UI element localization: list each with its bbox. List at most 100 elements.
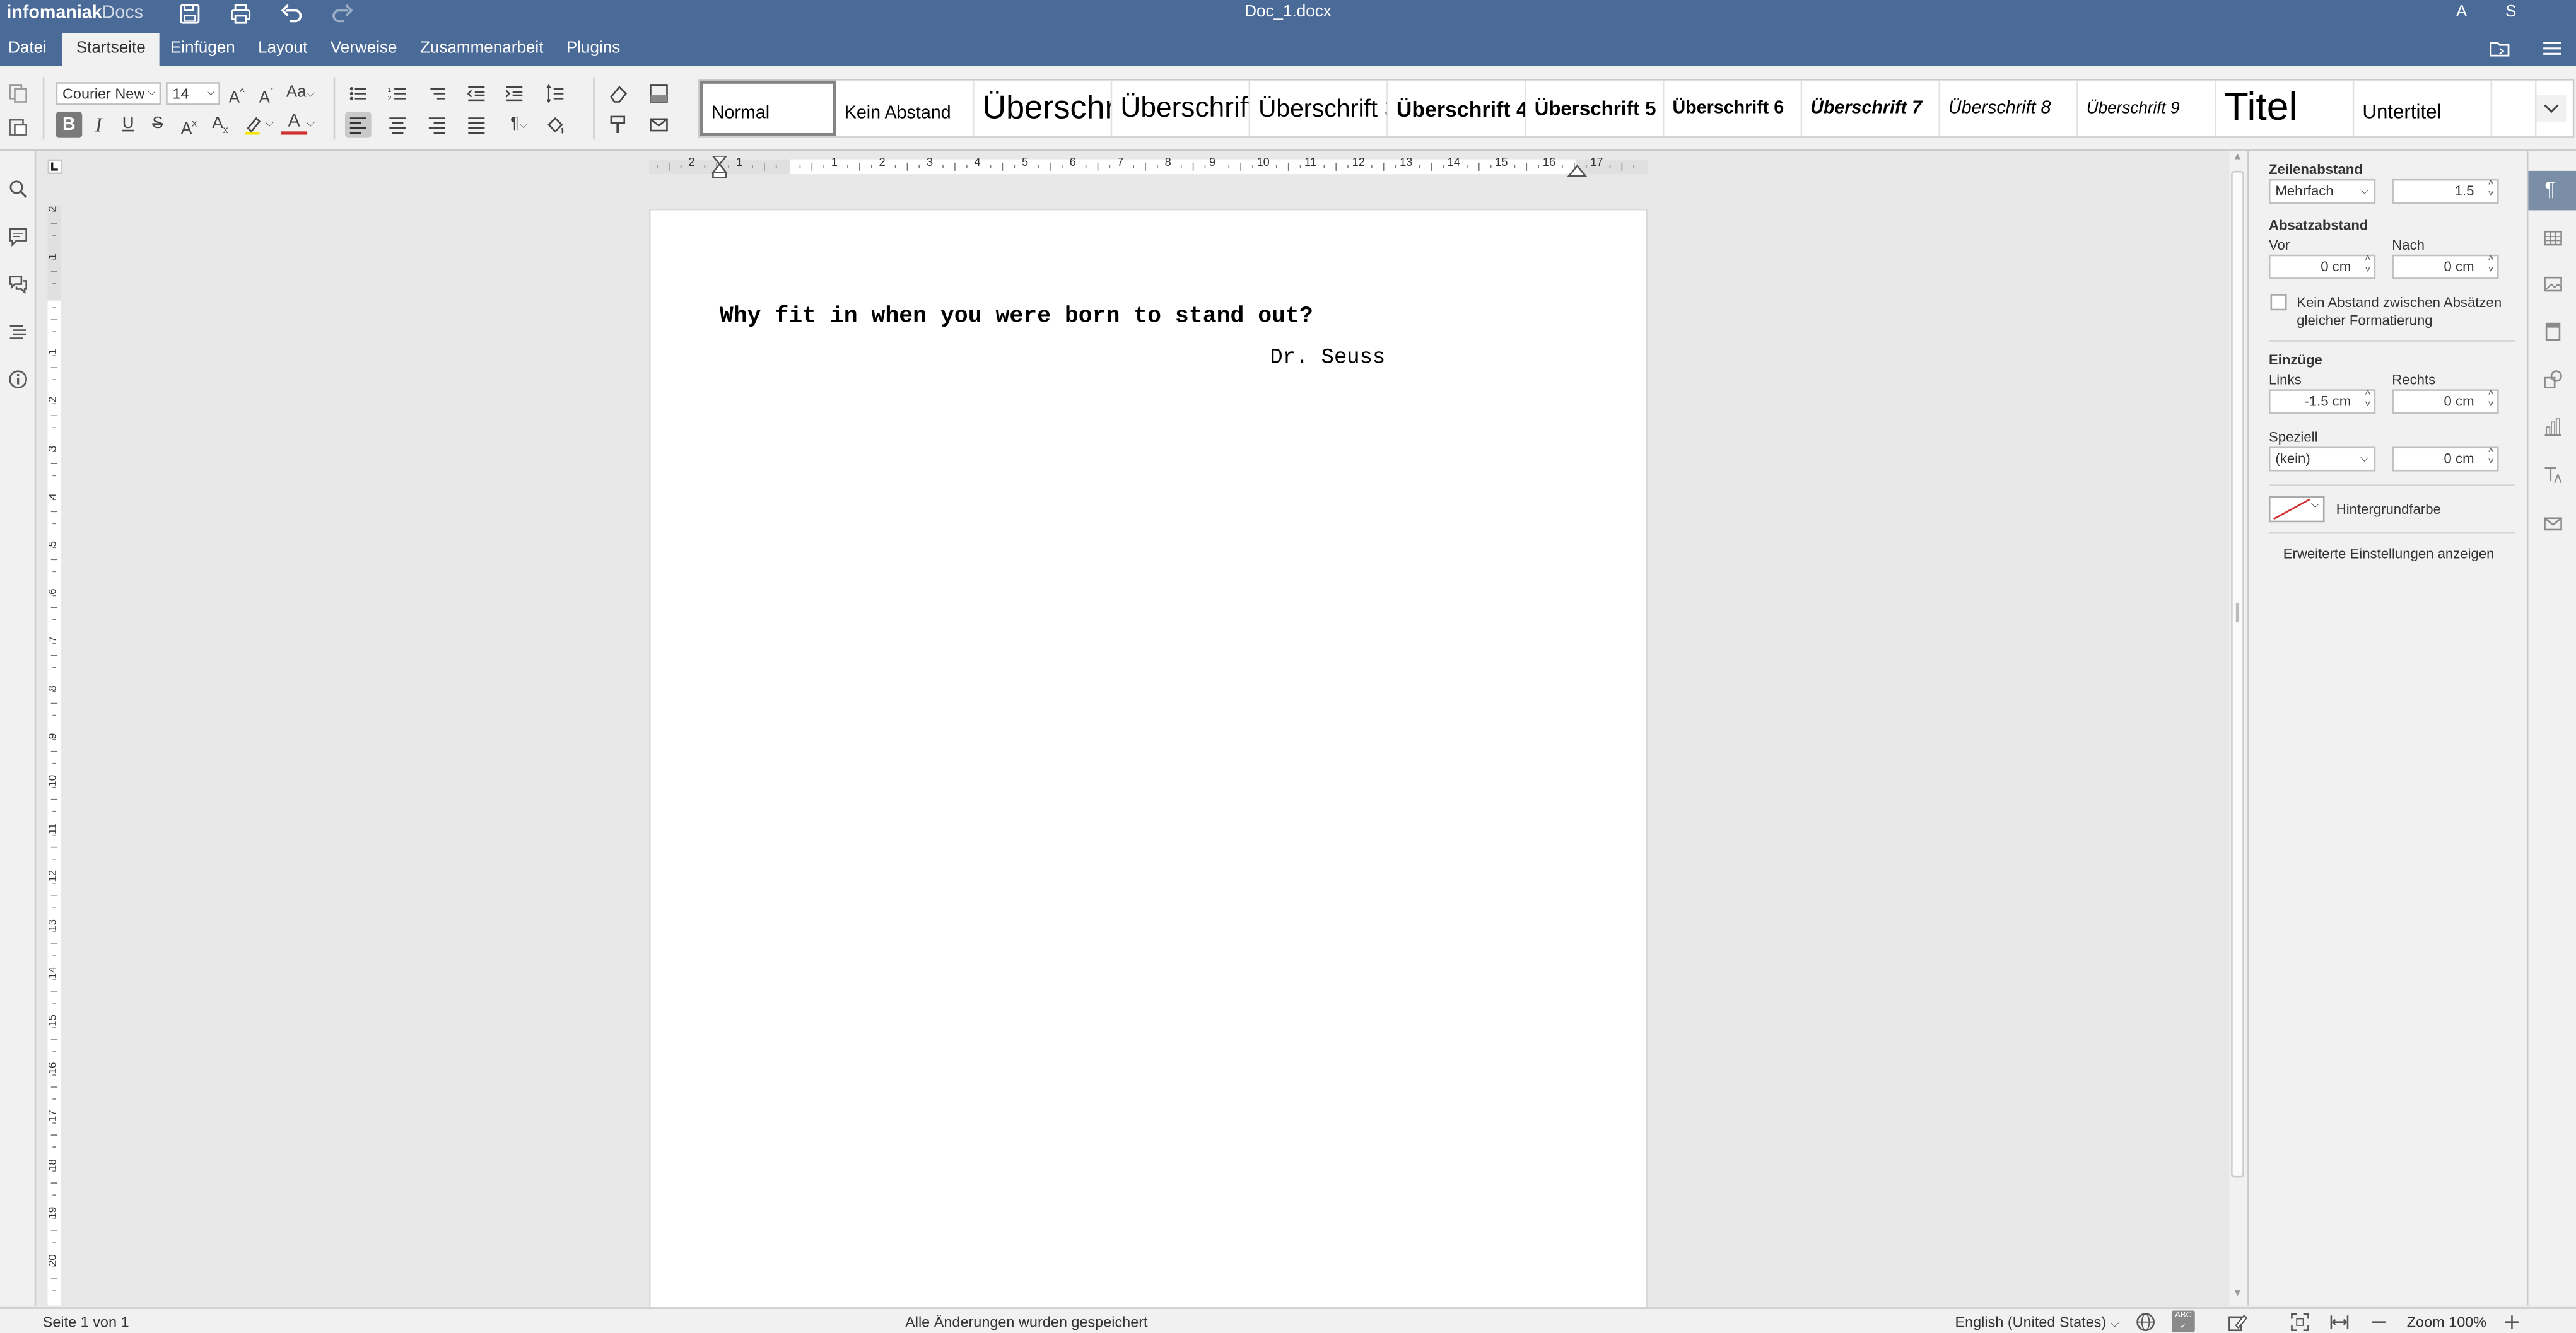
- table-settings-icon[interactable]: [2540, 225, 2567, 252]
- first-line-indent-marker[interactable]: [710, 156, 729, 178]
- increase-font-icon[interactable]: A^: [225, 81, 248, 112]
- zoom-in-icon[interactable]: [2499, 1309, 2526, 1333]
- user-avatar-a[interactable]: A: [2456, 3, 2467, 21]
- text-art-icon[interactable]: [2540, 462, 2567, 488]
- style-heading-9[interactable]: Überschrift 9: [2078, 80, 2216, 137]
- background-color-picker[interactable]: ⌵: [2268, 496, 2325, 523]
- scrollbar-thumb[interactable]: [2231, 170, 2244, 1178]
- image-settings-icon[interactable]: [2540, 271, 2567, 298]
- info-icon[interactable]: [5, 366, 32, 393]
- fit-page-icon[interactable]: [2287, 1309, 2314, 1333]
- styles-expand-icon[interactable]: [2536, 95, 2567, 122]
- language-select[interactable]: English (United States) ⌵: [1955, 1314, 2119, 1332]
- increase-indent-icon[interactable]: [501, 81, 527, 107]
- style-heading-8[interactable]: Überschrift 8: [1940, 80, 2078, 137]
- line-spacing-value-field[interactable]: 1.5 ˄ ˅: [2392, 178, 2499, 204]
- decrease-font-icon[interactable]: Aˇ: [255, 81, 278, 112]
- line-spacing-type-select[interactable]: Mehrfach ⌵: [2268, 178, 2376, 204]
- change-case-icon[interactable]: Aa⌵: [283, 81, 319, 108]
- special-indent-amount-field[interactable]: 0 cm ˄ ˅: [2392, 446, 2499, 472]
- style-heading-2[interactable]: Überschrift 2: [1112, 80, 1251, 137]
- menu-zusammenarbeit[interactable]: Zusammenarbeit: [409, 33, 555, 66]
- header-footer-icon[interactable]: [2540, 318, 2567, 345]
- decrease-indent-icon[interactable]: [463, 81, 489, 107]
- mail-merge-icon[interactable]: [646, 112, 672, 138]
- tab-selector[interactable]: [47, 159, 62, 175]
- chart-settings-icon[interactable]: [2540, 414, 2567, 440]
- author-text[interactable]: Dr. Seuss: [1270, 345, 1385, 370]
- zoom-level[interactable]: Zoom 100%: [2407, 1314, 2486, 1330]
- quote-text[interactable]: Why fit in when you were born to stand o…: [720, 304, 1313, 330]
- globe-icon[interactable]: [2133, 1309, 2159, 1333]
- left-indent-field[interactable]: -1.5 cm ˄ ˅: [2268, 389, 2376, 414]
- navigation-icon[interactable]: [5, 318, 32, 345]
- copy-style-icon[interactable]: [604, 112, 631, 138]
- align-justify-icon[interactable]: [463, 112, 489, 138]
- italic-icon[interactable]: I: [87, 112, 110, 138]
- no-space-checkbox[interactable]: [2270, 294, 2287, 311]
- open-folder-icon[interactable]: [2481, 35, 2517, 61]
- style-kein-abstand[interactable]: Kein Abstand: [836, 80, 975, 137]
- font-size-select[interactable]: 14 ⌵: [166, 82, 221, 105]
- bold-icon[interactable]: B: [56, 112, 83, 138]
- chat-icon[interactable]: [5, 271, 32, 298]
- font-color-dropdown-icon[interactable]: ⌵: [304, 112, 317, 138]
- hamburger-menu-icon[interactable]: [2533, 35, 2569, 61]
- vertical-scrollbar[interactable]: ▲ ▼: [2229, 151, 2248, 1306]
- fit-width-icon[interactable]: [2326, 1309, 2353, 1333]
- zoom-out-icon[interactable]: [2366, 1309, 2392, 1333]
- align-center-icon[interactable]: [384, 112, 411, 138]
- bullet-list-icon[interactable]: [345, 81, 372, 107]
- color-scheme-icon[interactable]: [646, 81, 672, 107]
- menu-layout[interactable]: Layout: [247, 33, 319, 66]
- shading-icon[interactable]: [542, 112, 569, 138]
- style-titel[interactable]: Titel: [2216, 80, 2355, 137]
- style-heading-6[interactable]: Überschrift 6: [1664, 80, 1803, 137]
- shape-settings-icon[interactable]: [2540, 366, 2567, 393]
- scroll-down-arrow[interactable]: ▼: [2233, 1289, 2243, 1300]
- spellcheck-icon[interactable]: ABC ✓: [2172, 1310, 2195, 1332]
- menu-datei[interactable]: Datei: [0, 33, 58, 66]
- style-heading-5[interactable]: Überschrift 5: [1526, 80, 1665, 137]
- scroll-up-arrow[interactable]: ▲: [2233, 153, 2243, 163]
- strikethrough-icon[interactable]: S: [146, 112, 169, 138]
- mail-merge-settings-icon[interactable]: [2540, 511, 2567, 537]
- highlight-dropdown-icon[interactable]: ⌵: [263, 112, 276, 138]
- spacing-before-field[interactable]: 0 cm ˄ ˅: [2268, 254, 2376, 279]
- style-heading-7[interactable]: Überschrift 7: [1802, 80, 1941, 137]
- spacing-after-field[interactable]: 0 cm ˄ ˅: [2392, 254, 2499, 279]
- align-right-icon[interactable]: [424, 112, 450, 138]
- underline-icon[interactable]: U: [117, 112, 139, 138]
- style-normal[interactable]: Normal: [700, 80, 836, 137]
- style-heading-4[interactable]: Überschrift 4: [1388, 80, 1526, 137]
- search-icon[interactable]: [5, 176, 32, 202]
- copy-icon[interactable]: [5, 81, 32, 107]
- track-changes-icon[interactable]: [2221, 1309, 2257, 1333]
- style-heading-3[interactable]: Überschrift 3: [1250, 80, 1388, 137]
- right-indent-marker[interactable]: [1567, 164, 1588, 177]
- clear-formatting-icon[interactable]: [604, 81, 631, 107]
- menu-verweise[interactable]: Verweise: [319, 33, 409, 66]
- paragraph-settings-tab[interactable]: ¶: [2528, 170, 2576, 211]
- special-indent-select[interactable]: (kein) ⌵: [2268, 446, 2376, 472]
- advanced-settings-link[interactable]: Erweiterte Einstellungen anzeigen: [2249, 545, 2529, 562]
- document-page[interactable]: Why fit in when you were born to stand o…: [648, 208, 1648, 1325]
- numbered-list-icon[interactable]: 12: [384, 81, 411, 107]
- comments-icon[interactable]: [5, 223, 32, 250]
- menu-plugins[interactable]: Plugins: [555, 33, 632, 66]
- font-name-select[interactable]: Courier New ⌵: [56, 82, 161, 105]
- subscript-icon[interactable]: Ax: [207, 112, 233, 144]
- highlight-color-icon[interactable]: [240, 112, 266, 138]
- user-avatar-s[interactable]: S: [2505, 3, 2516, 21]
- paste-icon[interactable]: [5, 114, 32, 140]
- right-indent-field[interactable]: 0 cm ˄ ˅: [2392, 389, 2499, 414]
- font-color-icon[interactable]: A: [281, 112, 308, 135]
- multilevel-list-icon[interactable]: [424, 81, 450, 107]
- align-left-icon[interactable]: [344, 112, 372, 138]
- menu-einfuegen[interactable]: Einfügen: [159, 33, 247, 66]
- line-spacing-icon[interactable]: [542, 81, 569, 107]
- menu-startseite[interactable]: Startseite: [62, 33, 159, 66]
- superscript-icon[interactable]: Ax: [176, 112, 202, 143]
- style-heading-1[interactable]: Überschrift 1: [975, 80, 1113, 137]
- style-untertitel[interactable]: Untertitel: [2354, 80, 2493, 137]
